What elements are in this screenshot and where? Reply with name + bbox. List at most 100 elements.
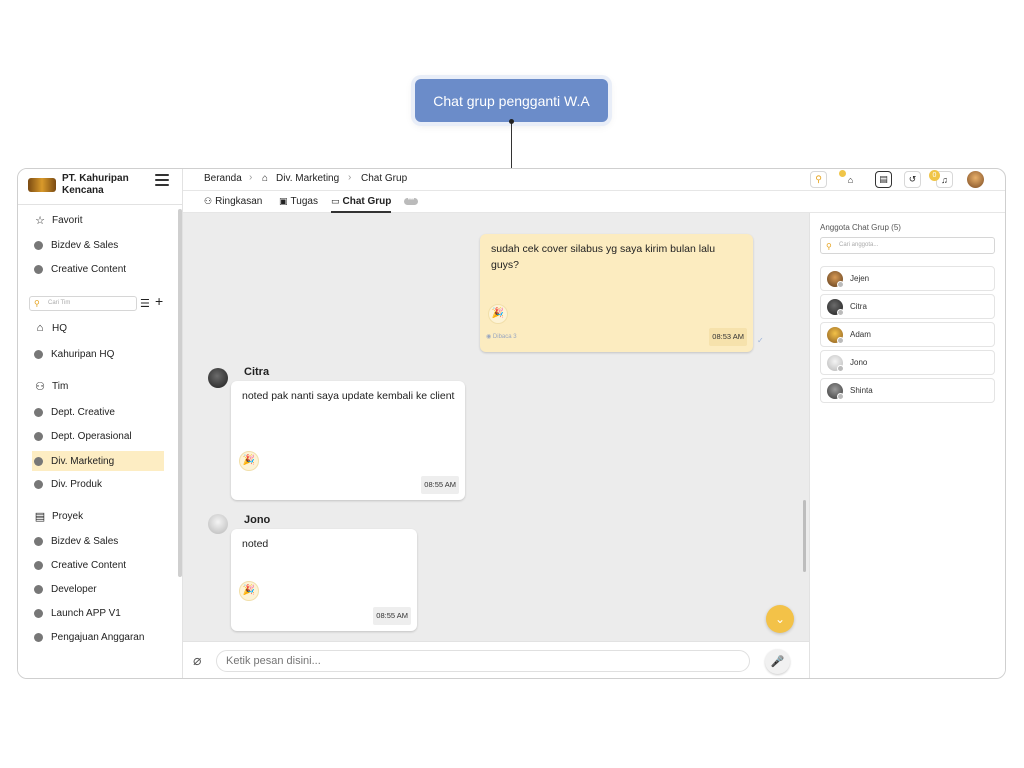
- breadcrumb-building-icon: ⌂: [262, 173, 269, 184]
- sidebar-item-label: Bizdev & Sales: [51, 239, 119, 251]
- sidebar-item-proj-anggaran[interactable]: Pengajuan Anggaran: [34, 628, 164, 646]
- message-bubble-jono[interactable]: noted 🎉 08:55 AM: [231, 529, 417, 631]
- bullet-icon: [34, 479, 43, 489]
- members-search-placeholder: Cari anggota...: [839, 242, 879, 248]
- members-title: Anggota Chat Grup (5): [820, 223, 901, 232]
- sidebar-item-label: Div. Produk: [51, 478, 102, 490]
- team-search-input[interactable]: ⚲ Cari Tim: [29, 296, 137, 311]
- bullet-icon: [34, 349, 43, 359]
- sidebar-item-proyek[interactable]: ▤ Proyek: [34, 507, 164, 525]
- sidebar-item-favorites[interactable]: ☆ Favorit: [34, 211, 164, 229]
- sidebar-item-kahuripan-hq[interactable]: Kahuripan HQ: [34, 345, 164, 363]
- clipboard-icon: ▤: [34, 510, 46, 523]
- message-bubble-own[interactable]: sudah cek cover silabus yg saya kirim bu…: [480, 234, 753, 352]
- member-item-shinta[interactable]: Shinta: [820, 378, 995, 403]
- double-check-icon: ✓: [757, 336, 764, 345]
- message-bubble-citra[interactable]: noted pak nanti saya update kembali ke c…: [231, 381, 465, 500]
- sidebar-item-hq[interactable]: ⌂ HQ: [34, 319, 164, 337]
- header-search-icon[interactable]: ⚲: [810, 171, 827, 188]
- bullet-icon: [34, 240, 43, 250]
- party-reaction-icon[interactable]: 🎉: [239, 581, 259, 601]
- members-panel: Anggota Chat Grup (5) ⚲ Cari anggota... …: [809, 213, 1005, 678]
- read-receipt: ◉ Dibaca 3: [486, 334, 517, 340]
- sidebar-item-label: Dept. Creative: [51, 406, 115, 418]
- jono-avatar[interactable]: [208, 514, 228, 534]
- sidebar-item-label: Creative Content: [51, 559, 127, 571]
- app-window: PT. Kahuripan Kencana ☆ Favorit Bizdev &…: [17, 168, 1006, 679]
- sidebar-scrollbar[interactable]: [178, 209, 182, 577]
- member-avatar: [827, 298, 844, 316]
- party-reaction-icon[interactable]: 🎉: [488, 304, 508, 324]
- chat-icon: ▭: [331, 196, 340, 206]
- message-text: noted pak nanti saya update kembali ke c…: [242, 390, 455, 402]
- member-item-adam[interactable]: Adam: [820, 322, 995, 347]
- sidebar-item-proj-bizdev[interactable]: Bizdev & Sales: [34, 532, 164, 550]
- sidebar-item-fav-bizdev[interactable]: Bizdev & Sales: [34, 236, 164, 254]
- sidebar-item-label: Pengajuan Anggaran: [51, 631, 145, 643]
- building-badge-dot: [839, 170, 846, 177]
- sender-name: Jono: [244, 514, 271, 526]
- sidebar-item-label: Creative Content: [51, 263, 127, 275]
- sidebar-item-label: Favorit: [52, 214, 83, 226]
- tab-tugas[interactable]: ▣ Tugas: [279, 196, 318, 207]
- sidebar-item-tim[interactable]: ⚇ Tim: [34, 377, 164, 395]
- filter-icon[interactable]: ☰: [140, 297, 150, 310]
- party-reaction-icon[interactable]: 🎉: [239, 451, 259, 471]
- sidebar-item-div-marketing[interactable]: Div. Marketing: [32, 451, 164, 471]
- notification-badge: 0: [929, 170, 940, 181]
- top-header: Beranda › ⌂ Div. Marketing › Chat Grup ⚲…: [183, 169, 1005, 191]
- building-icon: ⌂: [36, 322, 44, 334]
- sidebar-item-fav-creative[interactable]: Creative Content: [34, 260, 164, 278]
- chevron-double-down-icon: ⌄: [774, 612, 786, 626]
- sidebar-item-dept-operasional[interactable]: Dept. Operasional: [34, 427, 164, 445]
- team-search-placeholder: Cari Tim: [48, 300, 71, 306]
- breadcrumb-division[interactable]: Div. Marketing: [276, 173, 339, 184]
- bullet-icon: [34, 431, 43, 441]
- chevron-right-icon: ›: [249, 172, 253, 183]
- header-history-icon[interactable]: ↺: [904, 171, 921, 188]
- message-text: noted: [242, 538, 269, 550]
- bullet-icon: [34, 608, 43, 618]
- member-item-jejen[interactable]: Jejen: [820, 266, 995, 291]
- add-icon[interactable]: +: [155, 293, 163, 309]
- task-icon: ▣: [279, 196, 288, 206]
- sidebar-item-label: Launch APP V1: [51, 607, 121, 619]
- sidebar-item-label: Bizdev & Sales: [51, 535, 119, 547]
- tab-label: Chat Grup: [342, 196, 392, 207]
- sidebar-item-proj-developer[interactable]: Developer: [34, 580, 164, 598]
- message-input[interactable]: [216, 650, 750, 672]
- citra-avatar[interactable]: [208, 368, 228, 388]
- sidebar-item-div-produk[interactable]: Div. Produk: [34, 475, 164, 493]
- sidebar-item-label: Kahuripan HQ: [51, 348, 115, 360]
- breadcrumb-home[interactable]: Beranda: [204, 173, 242, 184]
- team-icon: ⚇: [35, 380, 45, 393]
- search-icon: ⚲: [34, 299, 40, 308]
- members-search-input[interactable]: ⚲ Cari anggota...: [820, 237, 995, 254]
- tab-label: Tugas: [290, 196, 318, 207]
- bullet-icon: [34, 632, 43, 642]
- more-tabs-button[interactable]: •••: [404, 197, 418, 205]
- sidebar-item-dept-creative[interactable]: Dept. Creative: [34, 403, 164, 421]
- message-time: 08:53 AM: [709, 328, 747, 346]
- sidebar-item-proj-creative[interactable]: Creative Content: [34, 556, 164, 574]
- menu-icon[interactable]: [155, 174, 169, 186]
- member-item-citra[interactable]: Citra: [820, 294, 995, 319]
- member-avatar: [827, 326, 844, 344]
- sidebar-item-proj-launch[interactable]: Launch APP V1: [34, 604, 164, 622]
- annotation-callout: Chat grup pengganti W.A: [415, 79, 608, 122]
- scroll-to-bottom-button[interactable]: ⌄: [766, 605, 794, 633]
- member-item-jono[interactable]: Jono: [820, 350, 995, 375]
- sidebar-item-label: Proyek: [52, 510, 84, 522]
- chat-scrollbar[interactable]: [803, 500, 806, 572]
- tab-chat-grup[interactable]: ▭ Chat Grup: [331, 196, 391, 207]
- member-name: Jejen: [850, 274, 870, 283]
- sidebar-item-label: Tim: [52, 380, 69, 392]
- header-document-icon[interactable]: ▤: [875, 171, 892, 188]
- message-time: 08:55 AM: [421, 476, 459, 494]
- sidebar-item-label: Div. Marketing: [51, 455, 115, 467]
- star-icon: ☆: [35, 214, 45, 227]
- microphone-button[interactable]: 🎤: [765, 649, 790, 674]
- tab-ringkasan[interactable]: ⚇ Ringkasan: [204, 196, 262, 207]
- attachment-icon[interactable]: ⌀: [193, 652, 201, 669]
- user-avatar[interactable]: [967, 171, 984, 188]
